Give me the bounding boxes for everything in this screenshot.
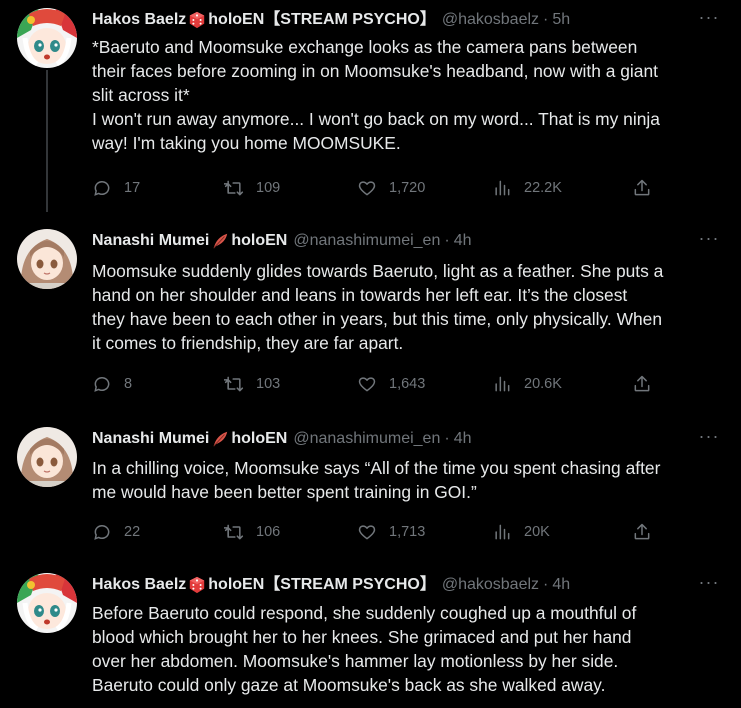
views-button[interactable]: 20K: [492, 522, 632, 542]
author-name[interactable]: Nanashi Mumei: [92, 229, 209, 253]
retweet-icon: [224, 522, 244, 542]
author-handle[interactable]: @nanashimumei_en: [293, 427, 440, 451]
tweet-text: In a chilling voice, Moomsuke says “All …: [92, 458, 661, 502]
reply-count: 8: [124, 376, 133, 392]
timestamp[interactable]: 5h: [552, 8, 570, 32]
author-suffix[interactable]: holoEN: [231, 229, 287, 253]
views-icon: [492, 522, 512, 542]
author-handle[interactable]: @nanashimumei_en: [293, 229, 440, 253]
more-icon[interactable]: ···: [697, 8, 721, 32]
avatar[interactable]: [17, 229, 77, 289]
die-emoji: [187, 11, 207, 29]
avatar[interactable]: [17, 8, 77, 68]
like-button[interactable]: 1,713: [357, 522, 492, 542]
retweet-button[interactable]: 103: [224, 374, 357, 394]
reply-button[interactable]: 8: [92, 374, 224, 394]
author-handle[interactable]: @hakosbaelz: [442, 573, 539, 597]
separator-dot: ·: [543, 576, 549, 593]
more-icon[interactable]: ···: [697, 229, 721, 253]
author-suffix[interactable]: holoEN: [208, 573, 264, 597]
retweet-icon: [224, 374, 244, 394]
share-button[interactable]: [632, 178, 652, 198]
author-suffix[interactable]: holoEN: [231, 427, 287, 451]
tweet[interactable]: Nanashi Mumei holoEN @nanashimumei_en · …: [0, 229, 741, 409]
like-button[interactable]: 1,720: [357, 178, 492, 198]
views-button[interactable]: 22.2K: [492, 178, 632, 198]
tweet-text: Before Baeruto could respond, she sudden…: [92, 603, 637, 695]
like-icon: [357, 178, 377, 198]
tweet[interactable]: Hakos Baelz holoEN 【STREAM PSYCHO】 @hako…: [0, 8, 741, 208]
action-bar: 22 106 1,713 20K: [92, 520, 652, 544]
timestamp[interactable]: 4h: [552, 573, 570, 597]
separator-dot: ·: [444, 232, 450, 249]
timestamp[interactable]: 4h: [454, 427, 472, 451]
separator-dot: ·: [444, 430, 450, 447]
author-name[interactable]: Hakos Baelz: [92, 573, 186, 597]
die-emoji: [187, 576, 207, 594]
author-tag[interactable]: 【STREAM PSYCHO】: [264, 573, 436, 597]
reply-icon: [92, 522, 112, 542]
tweet-text: *Baeruto and Moomsuke exchange looks as …: [92, 37, 660, 153]
like-icon: [357, 374, 377, 394]
like-count: 1,720: [389, 180, 426, 196]
views-count: 20.6K: [524, 376, 562, 392]
author-suffix[interactable]: holoEN: [208, 8, 264, 32]
share-icon: [632, 374, 652, 394]
reply-icon: [92, 178, 112, 198]
feather-emoji: [210, 430, 230, 448]
tweet-header: Nanashi Mumei holoEN @nanashimumei_en · …: [92, 229, 471, 253]
action-bar: 17 109 1,720 22.2K: [92, 176, 652, 200]
views-icon: [492, 178, 512, 198]
retweet-count: 109: [256, 180, 281, 196]
like-count: 1,643: [389, 376, 426, 392]
reply-count: 22: [124, 524, 141, 540]
views-count: 20K: [524, 524, 550, 540]
separator-dot: ·: [543, 11, 549, 28]
like-icon: [357, 522, 377, 542]
more-icon[interactable]: ···: [697, 427, 721, 451]
share-icon: [632, 522, 652, 542]
feather-emoji: [210, 232, 230, 250]
share-icon: [632, 178, 652, 198]
author-name[interactable]: Hakos Baelz: [92, 8, 186, 32]
tweet-header: Nanashi Mumei holoEN @nanashimumei_en · …: [92, 427, 471, 451]
avatar[interactable]: [17, 573, 77, 633]
retweet-icon: [224, 178, 244, 198]
avatar[interactable]: [17, 427, 77, 487]
tweet-header: Hakos Baelz holoEN 【STREAM PSYCHO】 @hako…: [92, 8, 570, 32]
retweet-count: 103: [256, 376, 281, 392]
retweet-count: 106: [256, 524, 281, 540]
reply-button[interactable]: 22: [92, 522, 224, 542]
reply-icon: [92, 374, 112, 394]
views-icon: [492, 374, 512, 394]
retweet-button[interactable]: 106: [224, 522, 357, 542]
action-bar: 8 103 1,643 20.6K: [92, 372, 652, 396]
like-button[interactable]: 1,643: [357, 374, 492, 394]
reply-count: 17: [124, 180, 141, 196]
tweet[interactable]: Nanashi Mumei holoEN @nanashimumei_en · …: [0, 427, 741, 557]
tweet-header: Hakos Baelz holoEN 【STREAM PSYCHO】 @hako…: [92, 573, 570, 597]
more-icon[interactable]: ···: [697, 573, 721, 597]
author-handle[interactable]: @hakosbaelz: [442, 8, 539, 32]
retweet-button[interactable]: 109: [224, 178, 357, 198]
views-count: 22.2K: [524, 180, 562, 196]
tweet-text: Moomsuke suddenly glides towards Baeruto…: [92, 261, 664, 353]
author-name[interactable]: Nanashi Mumei: [92, 427, 209, 451]
timestamp[interactable]: 4h: [454, 229, 472, 253]
tweet[interactable]: Hakos Baelz holoEN 【STREAM PSYCHO】 @hako…: [0, 573, 741, 708]
like-count: 1,713: [389, 524, 426, 540]
author-tag[interactable]: 【STREAM PSYCHO】: [264, 8, 436, 32]
views-button[interactable]: 20.6K: [492, 374, 632, 394]
reply-button[interactable]: 17: [92, 178, 224, 198]
share-button[interactable]: [632, 522, 652, 542]
share-button[interactable]: [632, 374, 652, 394]
